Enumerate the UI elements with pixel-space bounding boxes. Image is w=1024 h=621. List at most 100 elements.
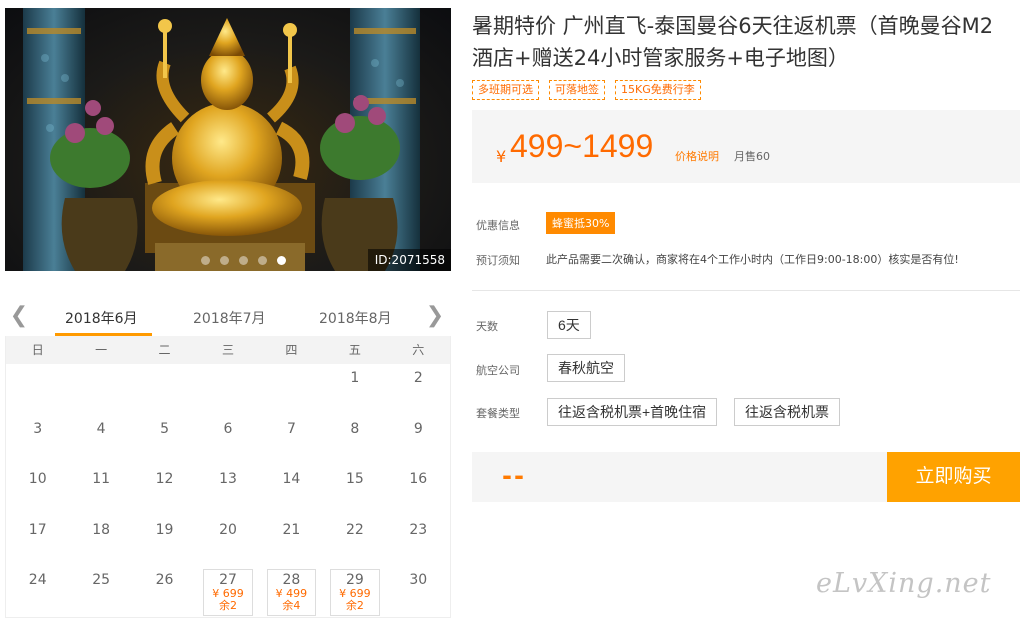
calendar-day: 18 <box>69 516 132 567</box>
product-tag: 可落地签 <box>549 80 605 100</box>
calendar-day: 19 <box>133 516 196 567</box>
carousel-dot[interactable] <box>220 256 229 265</box>
product-image[interactable]: ID:2071558 <box>5 8 451 271</box>
product-id-label: ID:2071558 <box>367 249 451 271</box>
option-days-6[interactable]: 6天 <box>547 311 591 339</box>
calendar-day: 2 <box>387 364 450 415</box>
product-tag: 多班期可选 <box>472 80 539 100</box>
calendar-day-empty <box>196 364 259 415</box>
notice-label: 预订须知 <box>476 254 520 267</box>
calendar-day: 23 <box>387 516 450 567</box>
carousel-dot-active[interactable] <box>277 256 286 265</box>
calendar-day-grid: 1 2 3 4 5 6 7 8 9 10 11 12 13 14 15 16 17 18 19 20 21 22 23 24 2… <box>6 364 450 617</box>
tab-month-june[interactable]: 2018年6月 <box>65 308 138 328</box>
calendar-day-available[interactable]: 28 ¥ 499 余4 <box>260 566 323 617</box>
product-tag: 15KG免费行李 <box>615 80 701 100</box>
day-number: 8 <box>350 420 360 437</box>
day-number: 2 <box>413 370 423 386</box>
calendar-day: 24 <box>6 566 69 617</box>
day-number: 28 <box>282 572 301 588</box>
calendar-day-empty <box>133 364 196 415</box>
calendar-day: 1 <box>323 364 386 415</box>
calendar-day-empty <box>260 364 323 415</box>
day-number: 1 <box>350 370 360 386</box>
calendar-day: 5 <box>133 415 196 466</box>
currency-symbol: ¥ <box>496 147 507 166</box>
day-number: 24 <box>28 572 47 588</box>
day-number: 10 <box>28 471 47 487</box>
day-number: 19 <box>155 521 174 538</box>
option-airline[interactable]: 春秋航空 <box>547 354 625 382</box>
tab-month-august[interactable]: 2018年8月 <box>319 308 392 328</box>
option-package-ticket-only[interactable]: 往返含税机票 <box>734 398 840 426</box>
day-number: 14 <box>282 471 301 487</box>
day-number: 16 <box>409 471 428 487</box>
calendar-day: 3 <box>6 415 69 466</box>
option-package-with-hotel[interactable]: 往返含税机票+首晚住宿 <box>547 398 718 426</box>
chevron-left-icon[interactable]: ❮ <box>9 304 29 328</box>
calendar-day-available[interactable]: 27 ¥ 699 余2 <box>196 566 259 617</box>
calendar-day-available[interactable]: 29 ¥ 699 余2 <box>323 566 386 617</box>
product-title: 暑期特价 广州直飞-泰国曼谷6天往返机票（首晚曼谷M2酒店+赠送24小时管家服务… <box>472 14 994 70</box>
carousel-dot[interactable] <box>201 256 210 265</box>
package-label: 套餐类型 <box>476 407 520 420</box>
calendar-day: 20 <box>196 516 259 567</box>
calendar-day: 10 <box>6 465 69 516</box>
calendar-day: 16 <box>387 465 450 516</box>
carousel-dot[interactable] <box>258 256 267 265</box>
calendar-day: 21 <box>260 516 323 567</box>
airline-label: 航空公司 <box>476 364 520 377</box>
price-range: 499~1499 <box>510 128 654 164</box>
golden-buddha-statue-illustration <box>23 8 420 271</box>
weekday-label: 五 <box>348 343 361 357</box>
tab-month-july[interactable]: 2018年7月 <box>193 308 266 328</box>
day-number: 23 <box>409 521 428 538</box>
day-stock: 余4 <box>282 599 301 612</box>
day-number: 20 <box>219 521 237 538</box>
calendar-day-empty <box>69 364 132 415</box>
date-calendar: 日 一 二 三 四 五 六 1 2 3 4 5 6 7 8 9 10 11 12 13 14 15 16 17 1… <box>5 336 451 618</box>
day-number: 27 <box>219 572 237 588</box>
price-explain-link[interactable]: 价格说明 <box>675 148 719 164</box>
days-label: 天数 <box>476 320 498 333</box>
calendar-day: 25 <box>69 566 132 617</box>
buy-now-button[interactable]: 立即购买 <box>887 452 1020 502</box>
calendar-day: 8 <box>323 415 386 466</box>
day-number: 7 <box>286 420 296 437</box>
promo-badge: 蜂蜜抵30% <box>546 212 616 234</box>
day-number: 22 <box>345 521 364 538</box>
day-number: 17 <box>28 521 47 538</box>
promo-label: 优惠信息 <box>476 219 520 232</box>
day-number: 25 <box>92 572 111 588</box>
day-number: 18 <box>92 521 111 538</box>
calendar-day: 6 <box>196 415 259 466</box>
calendar-day: 30 <box>387 566 450 617</box>
day-stock: 余2 <box>345 599 364 612</box>
day-number: 21 <box>282 521 301 538</box>
price-panel: ¥ 499~1499 价格说明 月售60 <box>472 110 1020 183</box>
calendar-day: 12 <box>133 465 196 516</box>
day-number: 13 <box>219 471 237 487</box>
chevron-right-icon[interactable]: ❯ <box>425 304 445 328</box>
calendar-day-empty <box>6 364 69 415</box>
product-tags: 多班期可选 可落地签 15KG免费行李 <box>472 80 701 100</box>
day-number: 4 <box>96 420 106 437</box>
carousel-indicator <box>201 256 286 265</box>
weekday-label: 二 <box>158 343 171 357</box>
day-stock: 余2 <box>218 599 237 612</box>
calendar-month-nav: ❮ 2018年6月 2018年7月 2018年8月 ❯ <box>5 298 451 336</box>
day-number: 11 <box>92 471 111 487</box>
day-number: 5 <box>160 420 170 437</box>
weekday-label: 一 <box>95 343 108 357</box>
calendar-day: 9 <box>387 415 450 466</box>
day-number: 3 <box>33 420 43 437</box>
calendar-day: 11 <box>69 465 132 516</box>
day-number: 30 <box>409 572 428 588</box>
calendar-day: 22 <box>323 516 386 567</box>
day-number: 12 <box>155 471 174 487</box>
weekday-label: 日 <box>31 343 44 357</box>
calendar-day: 26 <box>133 566 196 617</box>
notice-text: 此产品需要二次确认，商家将在4个工作小时内（工作日9:00-18:00）核实是否… <box>546 253 959 266</box>
carousel-dot[interactable] <box>239 256 248 265</box>
day-number: 9 <box>413 420 423 437</box>
